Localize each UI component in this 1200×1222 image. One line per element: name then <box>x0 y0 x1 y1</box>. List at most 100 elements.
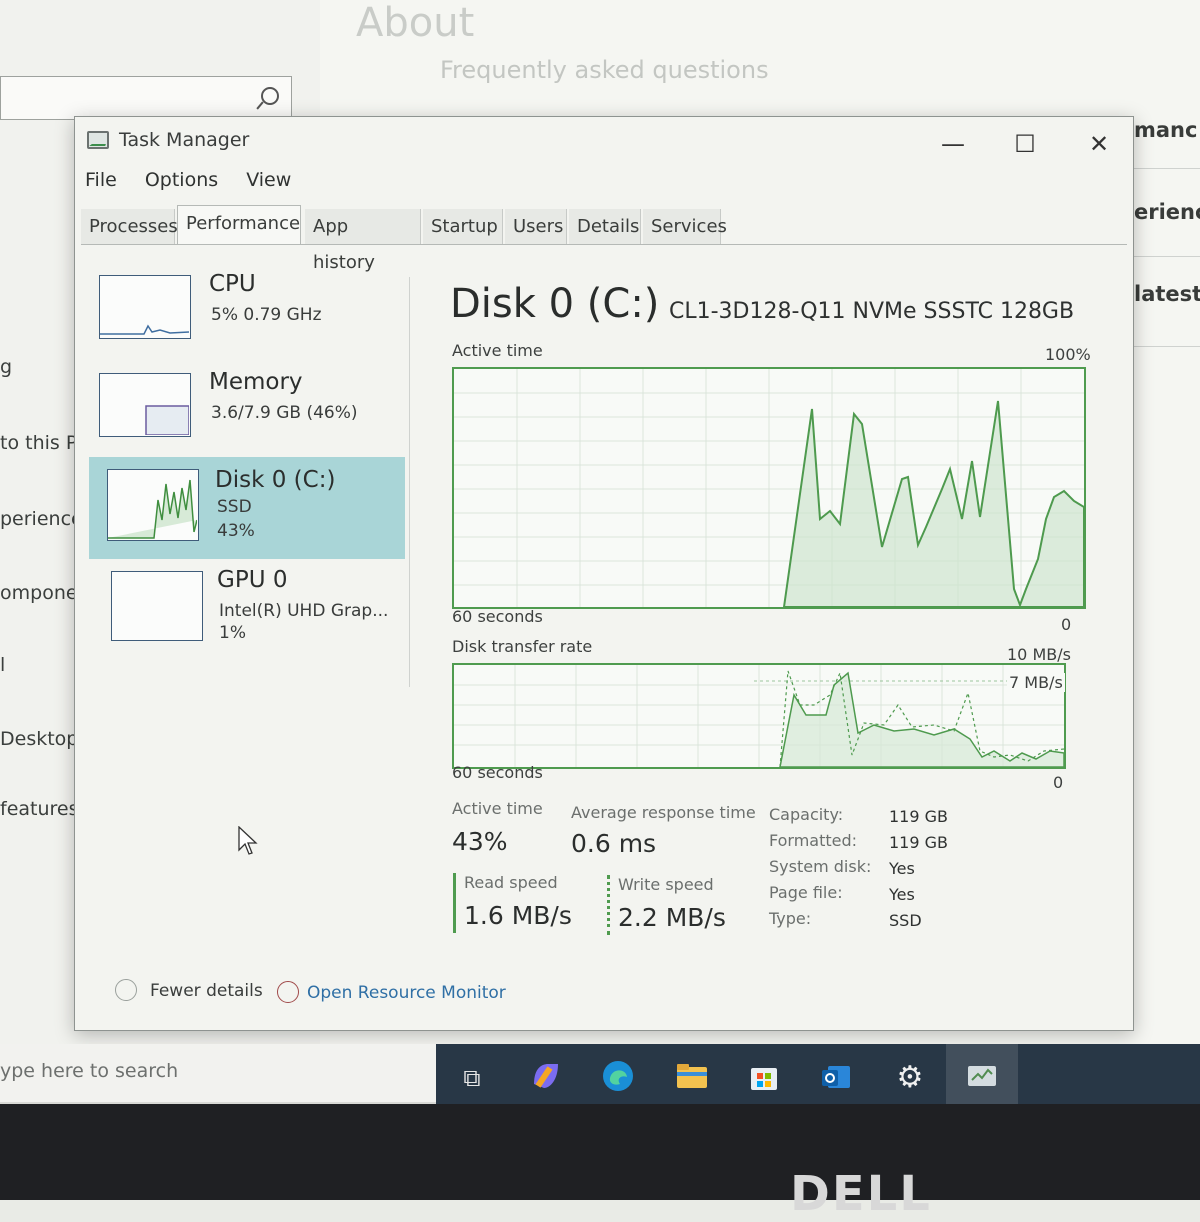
transfer-rate-graph-label: Disk transfer rate <box>452 637 593 656</box>
resource-detail: SSD <box>217 497 252 517</box>
disk-model: CL1-3D128-Q11 NVMe SSSTC 128GB <box>669 299 1075 324</box>
divider <box>1130 346 1200 347</box>
search-icon <box>261 87 279 105</box>
menu-view[interactable]: View <box>246 169 291 191</box>
divider <box>1130 256 1200 257</box>
resource-usage: 43% <box>217 521 255 541</box>
minimize-button[interactable]: — <box>917 125 989 163</box>
transfer-rate-graph-min: 0 <box>1053 773 1064 792</box>
transfer-rate-graph-time: 60 seconds <box>452 763 543 782</box>
settings-nav-item[interactable]: g <box>0 356 12 378</box>
tab-startup[interactable]: Startup <box>423 209 503 245</box>
property-value: Yes <box>889 885 915 904</box>
tab-app-history[interactable]: App history <box>305 209 421 273</box>
resource-memory[interactable]: Memory 3.6/7.9 GB (46%) <box>89 365 405 461</box>
fewer-details-link[interactable]: Fewer details <box>150 981 263 1001</box>
read-speed-value: 1.6 MB/s <box>464 901 572 930</box>
resource-disk0[interactable]: Disk 0 (C:) SSD 43% <box>89 457 405 559</box>
task-view-icon[interactable]: ⧉ <box>452 1058 492 1098</box>
resource-detail: 5% 0.79 GHz <box>211 305 322 325</box>
disk-thumbnail-graph <box>107 469 199 541</box>
property-label: Page file: <box>769 883 843 902</box>
property-label: System disk: <box>769 857 872 876</box>
divider <box>1130 168 1200 169</box>
avg-response-value: 0.6 ms <box>571 829 657 858</box>
edge-icon[interactable] <box>598 1058 638 1098</box>
chevron-up-icon[interactable] <box>115 979 137 1001</box>
mouse-cursor-icon <box>238 826 258 855</box>
write-speed-value: 2.2 MB/s <box>618 903 726 932</box>
maximize-button[interactable]: ☐ <box>989 125 1061 163</box>
tab-users[interactable]: Users <box>505 209 567 245</box>
transfer-rate-graph-max: 10 MB/s <box>1007 645 1071 664</box>
active-time-value: 43% <box>452 827 508 856</box>
settings-nav-item[interactable]: to this P <box>0 432 77 454</box>
tab-processes[interactable]: Processes <box>81 209 178 245</box>
active-time-label: Active time <box>452 799 543 818</box>
resource-detail: Intel(R) UHD Grap... <box>219 601 389 621</box>
window-title: Task Manager <box>119 129 250 151</box>
active-time-graph-time: 60 seconds <box>452 607 543 626</box>
resource-detail: 3.6/7.9 GB (46%) <box>211 403 358 423</box>
tab-divider <box>81 244 1127 245</box>
search-placeholder: ype here to search <box>0 1060 179 1082</box>
cpu-thumbnail-graph <box>99 275 191 339</box>
copilot-icon[interactable] <box>526 1058 566 1098</box>
outlook-icon[interactable] <box>816 1058 856 1098</box>
gpu-thumbnail-graph <box>111 571 203 641</box>
transfer-rate-graph-mid: 7 MB/s <box>1007 673 1065 692</box>
property-value: 119 GB <box>889 833 948 852</box>
about-title: About <box>356 0 475 46</box>
settings-nav-item[interactable]: l <box>0 654 5 676</box>
resource-name: CPU <box>209 271 256 297</box>
taskbar-icons-area: ⧉ ⚙ <box>436 1044 1200 1110</box>
laptop-bezel <box>0 1104 1200 1200</box>
active-time-graph <box>452 367 1086 609</box>
store-icon[interactable] <box>744 1058 784 1098</box>
settings-nav-item[interactable]: features <box>0 798 79 820</box>
property-value: SSD <box>889 911 922 930</box>
resource-usage: 1% <box>219 623 246 643</box>
avg-response-label: Average response time <box>571 803 756 822</box>
taskbar-search-box[interactable]: ype here to search <box>0 1044 436 1102</box>
menu-options[interactable]: Options <box>145 169 218 191</box>
file-explorer-icon[interactable] <box>672 1058 712 1098</box>
write-speed-indicator <box>607 875 610 935</box>
disk-title: Disk 0 (C:) <box>450 281 660 327</box>
read-speed-indicator <box>453 873 456 933</box>
settings-snippet: erienc <box>1134 200 1200 224</box>
settings-snippet: manc <box>1134 118 1198 142</box>
settings-search-input[interactable] <box>0 76 292 120</box>
task-manager-icon <box>87 131 109 149</box>
read-speed-label: Read speed <box>464 873 558 892</box>
menu-bar: File Options View <box>85 169 313 199</box>
settings-nav-item[interactable]: Desktop <box>0 728 78 750</box>
taskbar: ype here to search ⧉ ⚙ <box>0 1044 1200 1110</box>
close-button[interactable]: ✕ <box>1063 125 1135 163</box>
resource-cpu[interactable]: CPU 5% 0.79 GHz <box>89 267 405 363</box>
resource-name: GPU 0 <box>217 567 288 593</box>
active-time-graph-max: 100% <box>1045 345 1091 364</box>
title-bar[interactable]: Task Manager — ☐ ✕ <box>75 117 1133 169</box>
property-value: 119 GB <box>889 807 948 826</box>
tab-details[interactable]: Details <box>569 209 641 245</box>
settings-snippet: latest <box>1134 282 1200 306</box>
write-speed-label: Write speed <box>618 875 714 894</box>
tab-performance[interactable]: Performance <box>177 205 301 245</box>
open-resource-monitor-link[interactable]: Open Resource Monitor <box>307 983 506 1003</box>
resource-monitor-icon <box>277 981 299 1003</box>
resource-name: Memory <box>209 369 303 395</box>
transfer-rate-graph <box>452 663 1066 769</box>
menu-file[interactable]: File <box>85 169 117 191</box>
property-label: Type: <box>769 909 812 928</box>
resource-gpu0[interactable]: GPU 0 Intel(R) UHD Grap... 1% <box>89 565 405 661</box>
faq-heading[interactable]: Frequently asked questions <box>440 56 769 84</box>
task-manager-window: Task Manager — ☐ ✕ File Options View Pro… <box>74 116 1134 1031</box>
resource-name: Disk 0 (C:) <box>215 467 336 493</box>
settings-gear-icon[interactable]: ⚙ <box>890 1058 930 1098</box>
tab-services[interactable]: Services <box>643 209 727 245</box>
active-time-graph-min: 0 <box>1061 615 1072 634</box>
dell-logo: DELL <box>790 1166 932 1222</box>
active-time-graph-label: Active time <box>452 341 543 360</box>
property-label: Formatted: <box>769 831 858 850</box>
